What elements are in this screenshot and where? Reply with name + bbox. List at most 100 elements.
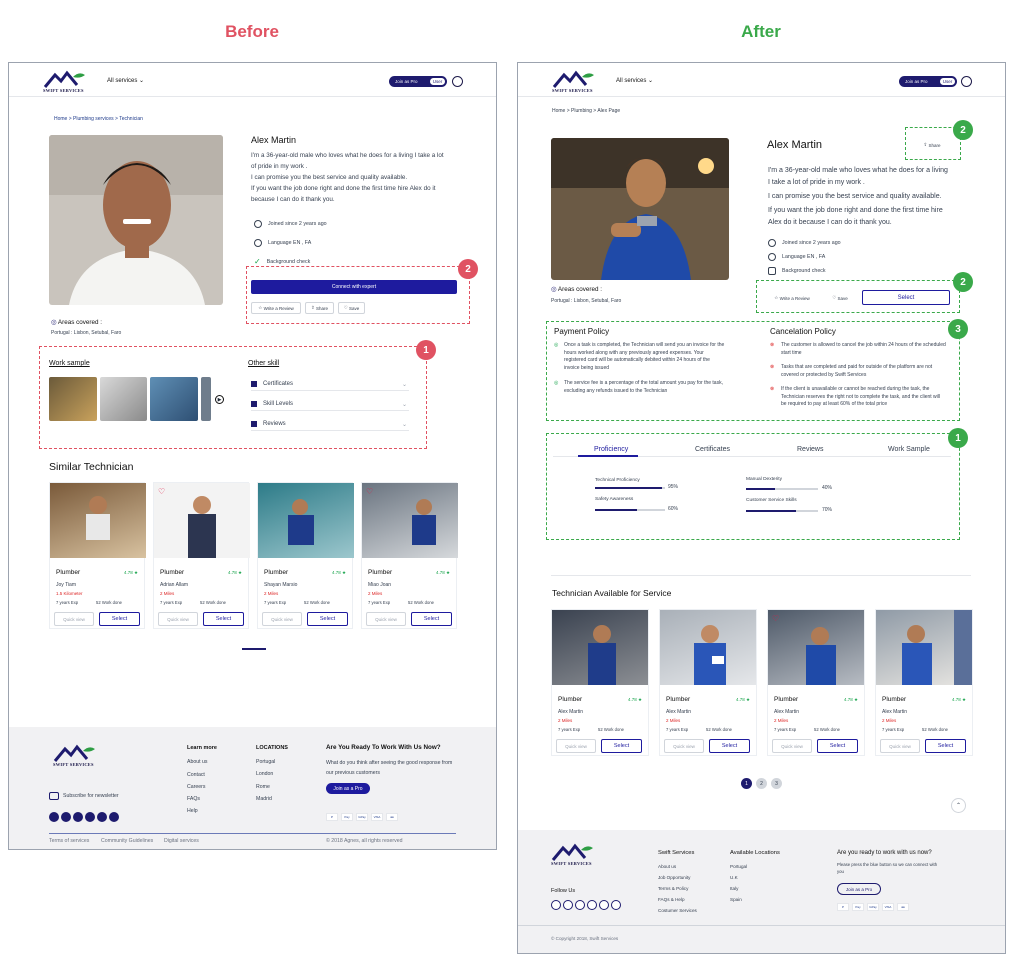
tech-card[interactable]: ♡ Plumber 4.78 ★ Alex Martin 2 Miles 7 yea… — [767, 609, 865, 756]
select-button[interactable]: Select — [411, 612, 452, 626]
footer-link[interactable]: Job Opportunity — [658, 875, 690, 880]
guidelines-link[interactable]: Community Guidelines — [101, 838, 153, 844]
select-button[interactable]: Select — [99, 612, 140, 626]
breadcrumb-plumbing[interactable]: Plumbing services — [73, 116, 114, 122]
user-icon[interactable] — [961, 76, 972, 87]
terms-link[interactable]: Terms of services — [49, 838, 89, 844]
accordion-skill-levels[interactable]: Skill Levels ⌄ — [251, 398, 409, 411]
all-services-dropdown[interactable]: All services ⌄ — [107, 77, 144, 84]
join-as-pro-toggle[interactable]: Join as Pro User — [899, 76, 957, 87]
breadcrumb-home[interactable]: Home — [552, 108, 565, 114]
breadcrumb-home[interactable]: Home — [54, 116, 67, 122]
breadcrumb-alex-page[interactable]: Alex Page — [597, 108, 620, 114]
tech-card[interactable]: Plumber 4.78 ★ Alex Martin 2 Miles 7 years… — [875, 609, 973, 756]
tab-work-sample[interactable]: Work Sample — [888, 446, 930, 453]
quick-view-button[interactable]: Quick view — [54, 612, 94, 626]
join-as-pro-toggle[interactable]: Join as Pro User — [389, 76, 447, 87]
page-2[interactable]: 2 — [756, 778, 767, 789]
footer-link[interactable]: About us — [658, 864, 676, 869]
footer-link[interactable]: Contact — [187, 772, 205, 778]
accordion-certificates[interactable]: Certificates ⌄ — [251, 378, 409, 391]
user-toggle[interactable]: User — [430, 78, 445, 85]
join-pro-button[interactable]: Join as a Pro — [326, 783, 370, 794]
page-3[interactable]: 3 — [771, 778, 782, 789]
footer-link[interactable]: Costumer Services — [658, 908, 697, 913]
quick-view-button[interactable]: Quick view — [366, 612, 406, 626]
quick-view-button[interactable]: Quick view — [556, 739, 596, 753]
user-toggle[interactable]: User — [940, 78, 955, 85]
location-item: Rome — [256, 784, 270, 790]
tab-proficiency[interactable]: Proficiency — [594, 446, 628, 453]
tech-card[interactable]: Plumber 4.78 ★ Shayan Marsio 2 Miles 7 yea… — [257, 482, 354, 629]
select-button[interactable]: Select — [862, 290, 950, 305]
chevron-up-icon: ⌃ — [955, 803, 962, 809]
join-pro-button[interactable]: Join as a Pro — [837, 883, 881, 895]
social-icons[interactable] — [551, 900, 621, 910]
footer-link[interactable]: Help — [187, 808, 198, 814]
select-button[interactable]: Select — [709, 739, 750, 753]
breadcrumb-plumbing[interactable]: Plumbing — [571, 108, 592, 114]
instagram-icon — [73, 812, 83, 822]
footer-link[interactable]: Terms & Policy — [658, 886, 688, 891]
digital-link[interactable]: Digital services — [164, 838, 199, 844]
social-icons[interactable] — [49, 812, 119, 822]
select-button[interactable]: Select — [925, 739, 966, 753]
footer-logo: SWIFT SERVICES — [551, 842, 595, 866]
share-button[interactable]: ⇪ Share — [917, 139, 947, 151]
write-review-button[interactable]: ☆ Write a Review — [251, 302, 301, 314]
select-button[interactable]: Select — [203, 612, 244, 626]
save-button[interactable]: ♡ Save — [826, 292, 854, 304]
all-services-dropdown[interactable]: All services ⌄ — [616, 77, 653, 84]
breadcrumb-technician[interactable]: Technician — [119, 116, 143, 122]
footer-link[interactable]: About us — [187, 759, 207, 765]
skill-icon — [251, 401, 257, 407]
write-review-button[interactable]: ☆ Write a Review — [766, 292, 818, 304]
work-sample-image[interactable] — [150, 377, 198, 421]
footer-link[interactable]: Careers — [187, 784, 205, 790]
heart-icon[interactable]: ♡ — [366, 487, 373, 496]
connect-button[interactable]: Connect with expert — [251, 280, 457, 294]
tab-proficiency-underline — [578, 455, 638, 457]
tech-card[interactable]: ♡ Plumber 4.78 ★ Adrian Allam 2 Miles 7 ye… — [153, 482, 250, 629]
quick-view-button[interactable]: Quick view — [262, 612, 302, 626]
heart-icon[interactable]: ♡ — [772, 614, 779, 623]
work-sample-image[interactable] — [49, 377, 97, 421]
badge-3: 3 — [948, 319, 968, 339]
quick-view-button[interactable]: Quick view — [880, 739, 920, 753]
accordion-reviews[interactable]: Reviews ⌄ — [251, 418, 409, 431]
telegram-icon — [61, 812, 71, 822]
select-button[interactable]: Select — [601, 739, 642, 753]
skill-bar — [746, 510, 818, 512]
footer-link[interactable]: FAQs & Help — [658, 897, 685, 902]
share-button[interactable]: ⇪ Share — [305, 302, 334, 314]
heart-icon[interactable]: ♡ — [158, 487, 165, 496]
footer-link[interactable]: FAQs — [187, 796, 200, 802]
quick-view-button[interactable]: Quick view — [664, 739, 704, 753]
work-sample-image[interactable] — [201, 377, 211, 421]
subscribe-newsletter[interactable]: Subscribe for newsletter — [49, 792, 119, 800]
tab-reviews[interactable]: Reviews — [797, 446, 823, 453]
page-1[interactable]: 1 — [741, 778, 752, 789]
carousel-indicator[interactable] — [242, 648, 266, 650]
tech-card[interactable]: Plumber 4.78 ★ Joy Tiam 1.5 Kilometer 7 ye… — [49, 482, 146, 629]
certificate-icon — [251, 381, 257, 387]
bio: I'm a 36-year-old male who loves what he… — [251, 152, 444, 203]
tab-certificates[interactable]: Certificates — [695, 446, 730, 453]
work-sample-image[interactable] — [100, 377, 147, 421]
badge-2: 2 — [953, 120, 973, 140]
save-button[interactable]: ♡ Save — [338, 302, 365, 314]
pinterest-icon — [109, 812, 119, 822]
select-button[interactable]: Select — [817, 739, 858, 753]
cancel-item: ⊗ The customer is allowed to cancel the j… — [770, 342, 946, 356]
select-button[interactable]: Select — [307, 612, 348, 626]
tech-card[interactable]: Plumber 4.78 ★ Alex Martin 2 Miles 7 years… — [659, 609, 757, 756]
cancel-item: ⊗ If the client is unavailable or cannot … — [770, 386, 940, 407]
globe-icon — [768, 253, 776, 261]
quick-view-button[interactable]: Quick view — [158, 612, 198, 626]
next-arrow-icon[interactable]: ▶ — [215, 395, 224, 404]
tech-card[interactable]: ♡ Plumber 4.78 ★ Miao Joan 2 Miles 7 years… — [361, 482, 458, 629]
user-icon[interactable] — [452, 76, 463, 87]
quick-view-button[interactable]: Quick view — [772, 739, 812, 753]
tech-card[interactable]: Plumber 4.78 ★ Alex Martin 2 Miles 7 years… — [551, 609, 649, 756]
scroll-top-button[interactable]: ⌃ — [951, 798, 966, 813]
